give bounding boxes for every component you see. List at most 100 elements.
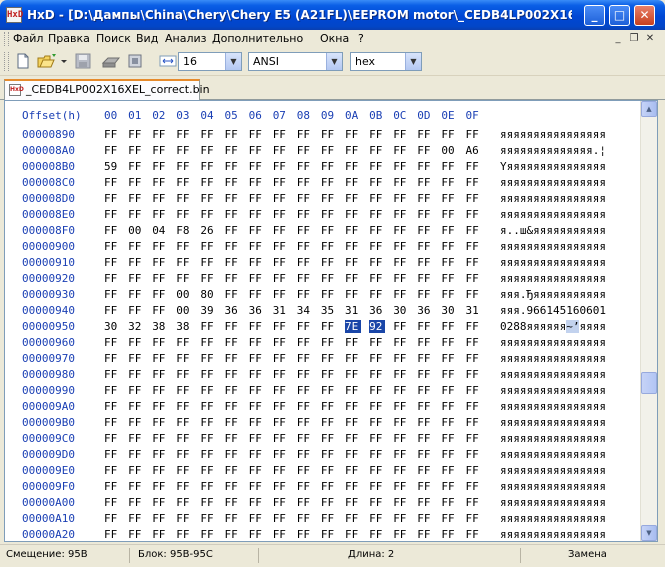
hex-byte[interactable]: FF <box>249 336 265 349</box>
ascii-text[interactable]: яяяяяяяяяяяяяяяя <box>500 192 606 205</box>
hex-byte[interactable]: 31 <box>273 304 289 317</box>
open-file-icon[interactable] <box>37 52 56 70</box>
hex-byte[interactable]: FF <box>369 384 385 397</box>
hex-byte[interactable]: FF <box>441 128 457 141</box>
hex-byte[interactable]: FF <box>441 464 457 477</box>
hex-byte[interactable]: FF <box>393 384 409 397</box>
hex-byte[interactable]: FF <box>466 448 482 461</box>
hex-byte[interactable]: FF <box>225 496 241 509</box>
hex-byte[interactable]: FF <box>273 432 289 445</box>
hex-byte[interactable]: FF <box>369 432 385 445</box>
hex-byte[interactable]: FF <box>128 288 144 301</box>
hex-byte[interactable]: FF <box>345 528 361 541</box>
hex-byte[interactable]: 38 <box>152 320 168 333</box>
hex-byte[interactable]: FF <box>273 400 289 413</box>
hex-byte[interactable]: FF <box>225 288 241 301</box>
hex-byte[interactable]: FF <box>369 496 385 509</box>
hex-byte[interactable]: FF <box>152 176 168 189</box>
scroll-down-button[interactable]: ▼ <box>641 525 657 541</box>
hex-byte[interactable]: FF <box>345 480 361 493</box>
ascii-text[interactable]: яяяяяяяяяяяяяяяя <box>500 528 606 541</box>
hex-byte[interactable]: FF <box>297 224 313 237</box>
hex-byte[interactable]: FF <box>466 272 482 285</box>
hex-byte[interactable]: FF <box>128 368 144 381</box>
menu-analysis[interactable]: Анализ <box>165 32 207 45</box>
hex-byte[interactable]: FF <box>152 384 168 397</box>
hex-byte[interactable]: FF <box>321 192 337 205</box>
hex-byte[interactable]: FF <box>417 352 433 365</box>
hex-byte[interactable]: FF <box>441 192 457 205</box>
hex-byte[interactable]: FF <box>273 352 289 365</box>
hex-byte[interactable]: FF <box>225 368 241 381</box>
hex-byte[interactable]: FF <box>225 128 241 141</box>
hex-byte[interactable]: FF <box>225 384 241 397</box>
hex-byte[interactable]: FF <box>417 224 433 237</box>
hex-byte[interactable]: FF <box>393 256 409 269</box>
hex-byte[interactable]: FF <box>466 240 482 253</box>
hex-byte[interactable]: FF <box>249 320 265 333</box>
menu-extras[interactable]: Дополнительно <box>212 32 303 45</box>
hex-byte[interactable]: FF <box>273 192 289 205</box>
hex-byte[interactable]: FF <box>249 288 265 301</box>
hex-byte[interactable]: FF <box>273 464 289 477</box>
disk-icon[interactable] <box>101 52 121 70</box>
hex-byte[interactable]: FF <box>249 128 265 141</box>
hex-byte[interactable]: FF <box>273 496 289 509</box>
hex-byte[interactable]: FF <box>273 512 289 525</box>
ram-icon[interactable] <box>126 52 144 70</box>
hex-byte[interactable]: FF <box>417 512 433 525</box>
hex-byte[interactable]: FF <box>249 432 265 445</box>
hex-byte[interactable]: FF <box>345 416 361 429</box>
hex-byte[interactable]: FF <box>152 400 168 413</box>
hex-byte[interactable]: FF <box>176 176 192 189</box>
hex-byte[interactable]: FF <box>345 208 361 221</box>
hex-byte[interactable]: FF <box>321 416 337 429</box>
hex-byte[interactable]: FF <box>345 176 361 189</box>
save-icon[interactable] <box>74 52 92 70</box>
hex-byte[interactable]: FF <box>466 480 482 493</box>
hex-byte[interactable]: FF <box>393 416 409 429</box>
hex-byte[interactable]: FF <box>225 240 241 253</box>
hex-byte[interactable]: FF <box>369 336 385 349</box>
ascii-selection[interactable]: ~’ <box>566 320 580 333</box>
hex-byte[interactable]: FF <box>345 464 361 477</box>
hex-byte[interactable]: FF <box>369 160 385 173</box>
hex-byte[interactable]: FF <box>321 352 337 365</box>
ascii-text[interactable]: яяяяяяяяяяяяяяяя <box>500 128 606 141</box>
hex-byte[interactable]: FF <box>200 176 216 189</box>
hex-byte[interactable]: 04 <box>152 224 168 237</box>
hex-byte[interactable]: FF <box>345 448 361 461</box>
hex-byte[interactable]: FF <box>297 192 313 205</box>
hex-byte[interactable]: FF <box>393 512 409 525</box>
hex-byte[interactable]: FF <box>466 368 482 381</box>
hex-byte[interactable]: FF <box>249 352 265 365</box>
ascii-text[interactable]: яяяяяяяяяяяяяяяя <box>500 448 606 461</box>
hex-byte[interactable]: FF <box>152 496 168 509</box>
hex-byte[interactable]: FF <box>369 400 385 413</box>
open-dropdown-arrow-icon[interactable] <box>60 52 68 70</box>
hex-byte[interactable]: FF <box>104 272 120 285</box>
hex-byte[interactable]: FF <box>273 128 289 141</box>
hex-byte[interactable]: FF <box>128 304 144 317</box>
hex-byte[interactable]: FF <box>417 416 433 429</box>
hex-byte[interactable]: FF <box>441 432 457 445</box>
hex-byte[interactable]: FF <box>128 512 144 525</box>
hex-byte[interactable]: FF <box>176 352 192 365</box>
hex-byte[interactable]: FF <box>128 496 144 509</box>
hex-byte[interactable]: 92 <box>369 320 386 333</box>
hex-byte[interactable]: FF <box>441 528 457 541</box>
hex-byte[interactable]: FF <box>249 448 265 461</box>
ascii-text[interactable]: яяяяяяяяяяяяяяяя <box>500 208 606 221</box>
hex-byte[interactable]: 38 <box>176 320 192 333</box>
hex-byte[interactable]: 00 <box>128 224 144 237</box>
hex-byte[interactable]: FF <box>128 480 144 493</box>
hex-byte[interactable]: FF <box>249 480 265 493</box>
hex-byte[interactable]: FF <box>128 400 144 413</box>
hex-byte[interactable]: 31 <box>466 304 482 317</box>
hex-byte[interactable]: FF <box>273 480 289 493</box>
hex-byte[interactable]: FF <box>297 240 313 253</box>
hex-byte[interactable]: FF <box>273 528 289 541</box>
menu-help[interactable]: ? <box>358 32 364 45</box>
hex-byte[interactable]: FF <box>128 464 144 477</box>
ascii-text[interactable]: яяяяяяяяяяяяяяяя <box>500 272 606 285</box>
